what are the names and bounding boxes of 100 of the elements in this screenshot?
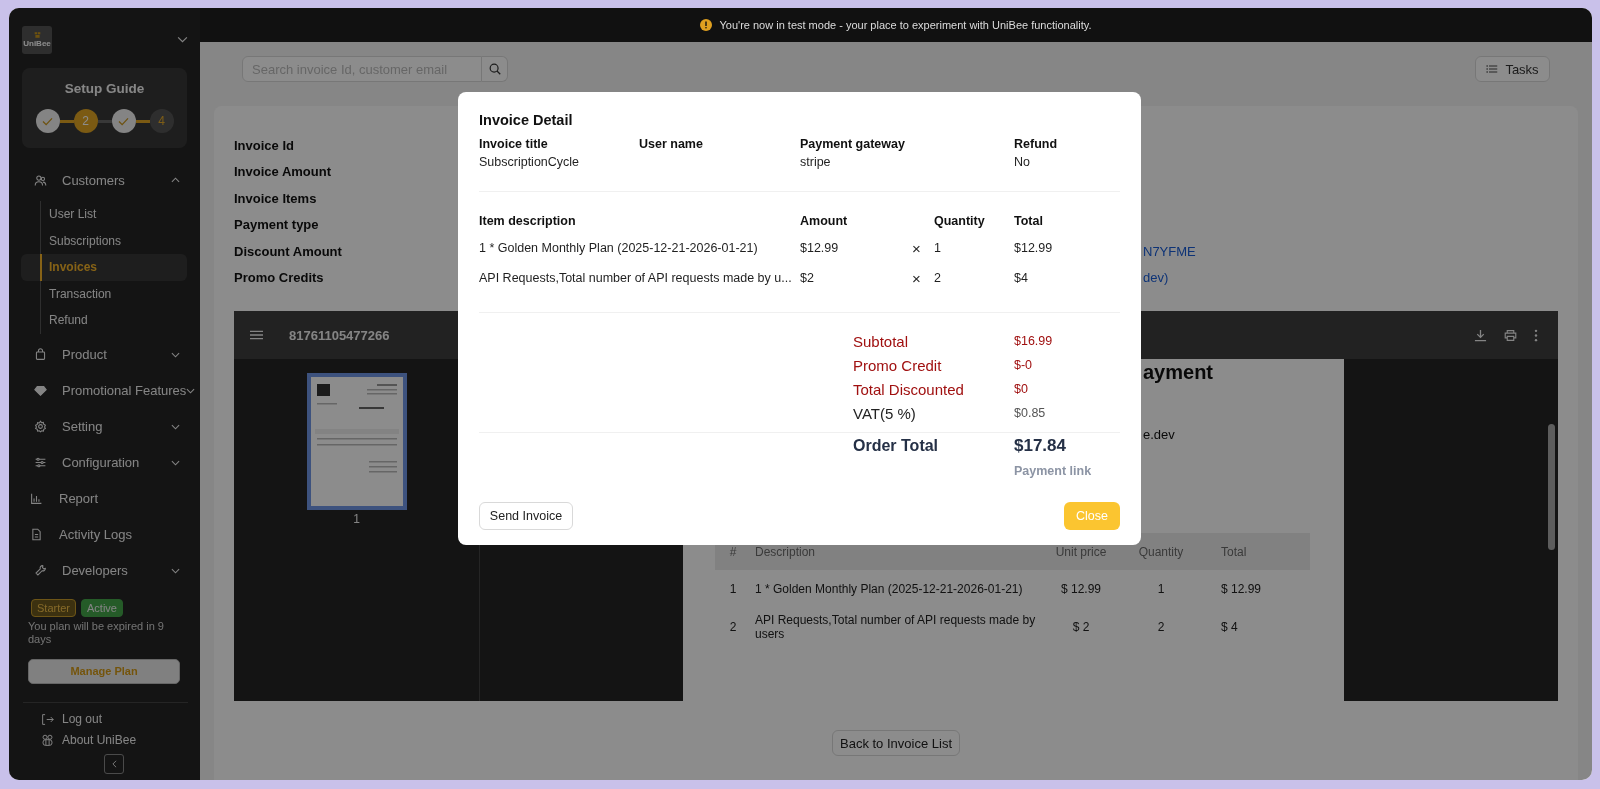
nav-item[interactable]: Product bbox=[9, 336, 200, 373]
sliders-icon bbox=[34, 456, 47, 469]
setup-guide-title: Setup Guide bbox=[64, 81, 145, 96]
table-cell-text: 2 bbox=[934, 271, 942, 285]
nav-item[interactable]: Activity Logs bbox=[9, 516, 200, 553]
nav-subitem[interactable]: Refund bbox=[21, 307, 187, 334]
gear-icon bbox=[34, 420, 47, 433]
table-cell-text: $12.99 bbox=[800, 241, 840, 255]
plan-notice: You plan will be expired in 9 days bbox=[28, 619, 165, 647]
nav-item[interactable]: Promotional Features bbox=[9, 372, 200, 409]
nav-subitem[interactable]: Invoices bbox=[21, 254, 187, 281]
warning-icon bbox=[700, 19, 713, 31]
column-header: Unit price bbox=[1054, 544, 1108, 559]
table-cell-text: $ 4 bbox=[1220, 620, 1239, 634]
field-label: Invoice Items bbox=[234, 190, 317, 206]
step-done[interactable] bbox=[35, 109, 60, 133]
field-label: Invoice Id bbox=[234, 137, 294, 153]
summary-value: $0.85 bbox=[1014, 406, 1047, 420]
table-cell-text: 1 bbox=[728, 582, 738, 596]
sidebar-link[interactable]: About UniBee bbox=[62, 733, 137, 747]
chevron-up-icon bbox=[171, 177, 180, 183]
page-text: e.dev bbox=[1143, 427, 1176, 442]
summary-value: $-0 bbox=[1014, 358, 1034, 372]
nav-item[interactable]: Setting bbox=[9, 408, 200, 445]
table-cell-text: 1 * Golden Monthly Plan (2025-12-21-2026-01-21) bbox=[754, 582, 1024, 596]
nav-item[interactable]: Report bbox=[9, 480, 200, 517]
nav-subitem[interactable]: User List bbox=[21, 201, 187, 228]
table-cell-text: 2 bbox=[1156, 620, 1166, 634]
send-invoice-button[interactable]: Send Invoice bbox=[479, 502, 573, 530]
table-cell-text: 1 bbox=[934, 241, 942, 255]
table-cell-text: $2 bbox=[800, 271, 815, 285]
logo[interactable]: UniBee bbox=[22, 25, 52, 54]
field-label: Invoice title bbox=[479, 136, 549, 153]
step-done[interactable] bbox=[111, 109, 136, 133]
page-thumbnail-drawing[interactable] bbox=[306, 373, 407, 510]
gem-icon bbox=[34, 384, 47, 397]
nav-item[interactable]: Developers bbox=[9, 552, 200, 589]
chevron-down-icon bbox=[171, 351, 180, 358]
nav-item[interactable]: Configuration bbox=[9, 444, 200, 481]
field-label: Payment type bbox=[234, 217, 319, 233]
order-total-label: Order Total bbox=[853, 437, 940, 455]
times-sign: × bbox=[912, 269, 922, 287]
nav-item[interactable]: Customers bbox=[9, 162, 200, 198]
check-icon bbox=[42, 116, 53, 126]
plan-badge: Starter bbox=[31, 598, 76, 617]
order-total-value: $17.84 bbox=[1014, 436, 1067, 456]
column-header: Quantity bbox=[1137, 544, 1185, 559]
search-icon bbox=[487, 62, 502, 76]
logout-icon bbox=[41, 712, 54, 726]
column-header: Total bbox=[1014, 213, 1044, 230]
summary-label: Subtotal bbox=[853, 332, 910, 350]
column-header: Total bbox=[1220, 544, 1248, 559]
field-label: Promo Credits bbox=[234, 270, 324, 286]
summary-label: Total Discounted bbox=[853, 380, 965, 398]
page-heading: ayment bbox=[1143, 360, 1215, 384]
pdf-title: 81761105477266 bbox=[289, 327, 390, 343]
document-icon bbox=[30, 528, 43, 541]
wrench-icon bbox=[34, 564, 47, 577]
step-connector bbox=[135, 119, 150, 123]
column-header: Description bbox=[754, 544, 817, 559]
chevron-down-icon[interactable] bbox=[177, 36, 188, 43]
summary-value: $16.99 bbox=[1014, 334, 1054, 348]
table-cell-text: API Requests,Total number of API requests made by u... bbox=[479, 271, 793, 285]
table-cell-text: 2 bbox=[728, 620, 738, 634]
summary-label: Promo Credit bbox=[853, 356, 943, 374]
table-cell-text: $4 bbox=[1014, 271, 1029, 285]
table-cell-text: $12.99 bbox=[1014, 241, 1054, 255]
chevron-down-icon bbox=[171, 567, 180, 574]
setup-guide-card[interactable]: Setup Guide 2 4 bbox=[22, 68, 187, 148]
column-header: # bbox=[728, 544, 738, 559]
people-icon bbox=[34, 173, 47, 187]
nav-subitem[interactable]: Transaction bbox=[21, 280, 187, 307]
dialog-title: Invoice Detail bbox=[479, 111, 574, 130]
chevron-down-icon bbox=[171, 423, 180, 430]
download-icon[interactable] bbox=[1474, 328, 1487, 342]
field-link[interactable]: dev) bbox=[1143, 270, 1558, 286]
times-sign: × bbox=[912, 239, 922, 257]
table-cell-text: 1 bbox=[1156, 582, 1166, 596]
field-label: Discount Amount bbox=[234, 243, 342, 259]
menu-icon[interactable] bbox=[250, 330, 263, 340]
tasks-button[interactable]: Tasks bbox=[1475, 56, 1550, 82]
bag-icon bbox=[34, 348, 47, 361]
nav-subitem[interactable]: Subscriptions bbox=[21, 227, 187, 254]
check-icon bbox=[118, 116, 129, 126]
search-button[interactable] bbox=[482, 56, 508, 82]
table-cell-text: 1 * Golden Monthly Plan (2025-12-21-2026-01-21) bbox=[479, 241, 759, 255]
banner-text: You're now in test mode - your place to experiment with UniBee functionality. bbox=[719, 19, 1092, 31]
back-button[interactable]: Back to Invoice List bbox=[832, 730, 960, 756]
table-cell-text: $ 12.99 bbox=[1059, 582, 1102, 596]
field-label: Invoice Amount bbox=[234, 164, 332, 180]
chevron-down-icon bbox=[186, 387, 196, 394]
summary-label: VAT(5 %) bbox=[853, 404, 917, 422]
sidebar-link[interactable]: Log out bbox=[62, 712, 103, 726]
field-value: No bbox=[1014, 154, 1031, 171]
field-link[interactable]: N7YFME bbox=[1143, 243, 1558, 259]
print-icon[interactable] bbox=[1504, 328, 1517, 342]
scrollbar-thumb[interactable] bbox=[1548, 424, 1555, 550]
more-icon[interactable] bbox=[1534, 328, 1538, 342]
page-number: 1 bbox=[353, 512, 360, 526]
payment-link[interactable]: Payment link bbox=[1014, 464, 1120, 478]
